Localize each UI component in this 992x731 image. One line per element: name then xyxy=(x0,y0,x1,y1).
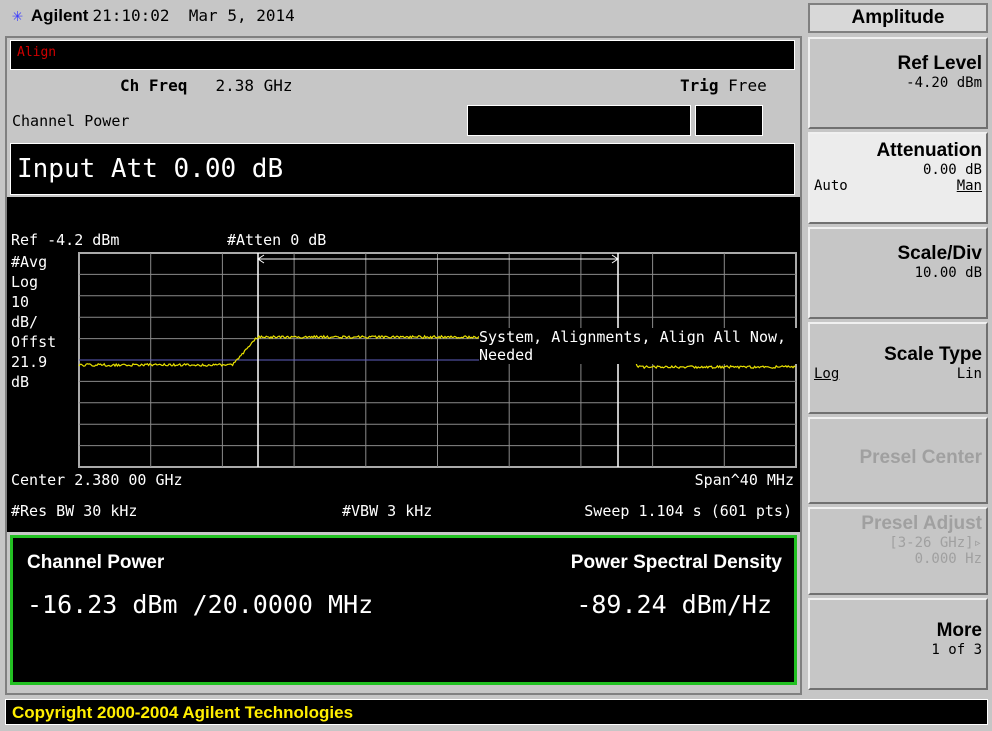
log-option: Log xyxy=(814,366,839,382)
attenuation-softkey[interactable]: Attenuation 0.00 dB Auto Man xyxy=(808,132,988,224)
softkey-label: Presel Adjust xyxy=(814,513,982,535)
ch-freq-value: 2.38 GHz xyxy=(215,76,292,95)
softkey-label: Presel Center xyxy=(814,447,982,469)
scale-div-softkey[interactable]: Scale/Div 10.00 dB xyxy=(808,227,988,319)
brand: Agilent xyxy=(31,6,89,25)
channel-power-label: Channel Power xyxy=(27,552,164,574)
ch-freq: Ch Freq 2.38 GHz xyxy=(120,76,293,95)
softkey-value: -4.20 dBm xyxy=(906,75,982,91)
span: Span^40 MHz xyxy=(695,471,794,489)
softkey-range: [3-26 GHz]▹ xyxy=(889,535,982,551)
align-status: Align xyxy=(10,40,795,70)
vbw: #VBW 3 kHz xyxy=(342,502,432,520)
ch-freq-label: Ch Freq xyxy=(120,76,187,95)
title-bar: ✳ Agilent 21:10:02 Mar 5, 2014 xyxy=(0,0,805,32)
status-box xyxy=(467,105,691,136)
softkey-label: Scale Type xyxy=(814,344,982,366)
softkey-value: 1 of 3 xyxy=(931,642,982,658)
softkey-value: 0.00 dB xyxy=(923,162,982,178)
more-softkey[interactable]: More 1 of 3 xyxy=(808,598,988,690)
res-bw: #Res BW 30 kHz xyxy=(11,502,137,520)
softkey-value: 10.00 dB xyxy=(915,265,982,281)
active-entry: Input Att 0.00 dB xyxy=(10,143,795,195)
channel-power-value: -16.23 dBm /20.0000 MHz xyxy=(27,590,373,619)
softkey-value: 0.000 Hz xyxy=(915,551,982,567)
trigger: Trig Free xyxy=(680,76,767,95)
date: Mar 5, 2014 xyxy=(189,6,295,25)
menu-title: Amplitude xyxy=(808,3,988,33)
auto-option: Auto xyxy=(814,178,848,194)
psd-label: Power Spectral Density xyxy=(571,552,782,574)
scale-type-softkey[interactable]: Scale Type Log Lin xyxy=(808,322,988,414)
softkey-label: More xyxy=(814,620,982,642)
results-panel: Channel Power -16.23 dBm /20.0000 MHz Po… xyxy=(10,535,797,685)
presel-center-softkey[interactable]: Presel Center xyxy=(808,417,988,504)
sweep: Sweep 1.104 s (601 pts) xyxy=(584,502,792,520)
spectrum-display: Ref -4.2 dBm #Atten 0 dB #Avg Log 10 dB/Off… xyxy=(7,197,800,532)
psd-value: -89.24 dBm/Hz xyxy=(576,590,772,619)
trig-label: Trig xyxy=(680,76,719,95)
softkey-label: Scale/Div xyxy=(814,243,982,265)
status-box xyxy=(695,105,763,136)
trig-value: Free xyxy=(728,76,767,95)
ref-level-softkey[interactable]: Ref Level -4.20 dBm xyxy=(808,37,988,129)
copyright-bar: Copyright 2000-2004 Agilent Technologies xyxy=(5,699,988,725)
softkey-label: Attenuation xyxy=(814,140,982,162)
mode-label: Channel Power xyxy=(12,112,129,130)
agilent-spark-icon: ✳ xyxy=(12,5,23,26)
lin-option: Lin xyxy=(957,366,982,382)
man-option: Man xyxy=(957,178,982,194)
presel-adjust-softkey[interactable]: Presel Adjust [3-26 GHz]▹ 0.000 Hz xyxy=(808,507,988,595)
softkey-label: Ref Level xyxy=(814,53,982,75)
center-freq: Center 2.380 00 GHz xyxy=(11,471,183,489)
alignment-message: System, Alignments, Align All Now, Neede… xyxy=(479,328,800,364)
time: 21:10:02 xyxy=(92,6,169,25)
